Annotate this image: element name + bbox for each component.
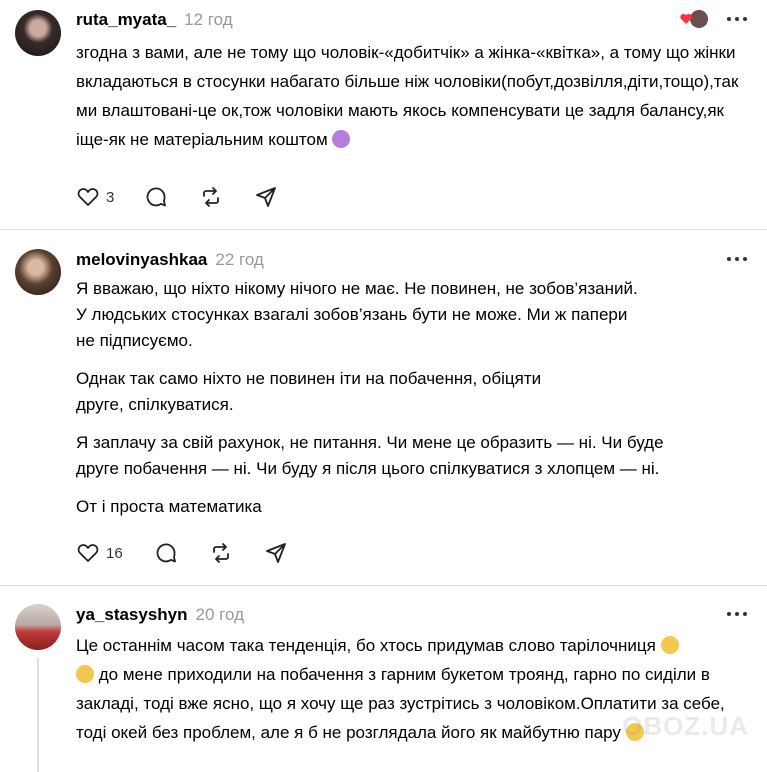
more-options-icon[interactable]: [727, 254, 749, 264]
more-options-icon[interactable]: [727, 609, 749, 619]
username[interactable]: ya_stasyshyn 20 год: [76, 605, 244, 625]
heart-icon: [77, 188, 99, 206]
repost-icon: [203, 187, 219, 207]
heart-icon: [77, 544, 99, 562]
author-liked-indicator: [679, 9, 709, 29]
timestamp: 20 год: [195, 605, 244, 624]
username[interactable]: melovinyashkaa 22 год: [76, 250, 264, 270]
timestamp: 22 год: [215, 250, 264, 269]
watermark-logo: OBOZ.UA: [622, 711, 749, 741]
comment-text: згодна з вами, але не тому що чоловік-«д…: [76, 43, 739, 149]
rolling-laughing-emoji-icon: [660, 636, 679, 654]
heart-icon: [680, 10, 708, 28]
send-icon: [256, 187, 276, 207]
reply-button[interactable]: [144, 185, 168, 209]
like-button[interactable]: 16: [76, 541, 123, 565]
like-count: 16: [106, 544, 123, 562]
comment-icon: [146, 187, 166, 207]
send-icon: [266, 543, 286, 563]
rolling-laughing-emoji-icon: [76, 665, 94, 683]
repost-button[interactable]: [209, 541, 233, 565]
share-button[interactable]: [254, 185, 278, 209]
like-count: 3: [106, 188, 115, 206]
comment-2: melovinyashkaa 22 год Я вважаю, що ніхто …: [0, 230, 767, 584]
reply-button[interactable]: [154, 541, 178, 565]
more-options-icon[interactable]: [727, 14, 749, 24]
share-button[interactable]: [264, 541, 288, 565]
person-shrugging-emoji-icon: [332, 130, 351, 148]
like-button[interactable]: 3: [76, 185, 114, 209]
avatar[interactable]: [15, 10, 61, 56]
comment-3: ya_stasyshyn 20 год Це останнім часом так…: [0, 586, 767, 772]
username[interactable]: ruta_myata_ 12 год: [76, 10, 233, 30]
comment-text: Я вважаю, що ніхто нікому нічого не має.…: [76, 279, 664, 516]
repost-button[interactable]: [199, 185, 223, 209]
repost-icon: [213, 543, 229, 563]
thread-line: [37, 658, 39, 772]
avatar[interactable]: [15, 249, 61, 295]
avatar[interactable]: [15, 604, 61, 650]
comment-1: ruta_myata_ 12 год згодна з вами, але не …: [0, 0, 767, 228]
timestamp: 12 год: [184, 10, 233, 29]
comment-icon: [156, 543, 176, 563]
